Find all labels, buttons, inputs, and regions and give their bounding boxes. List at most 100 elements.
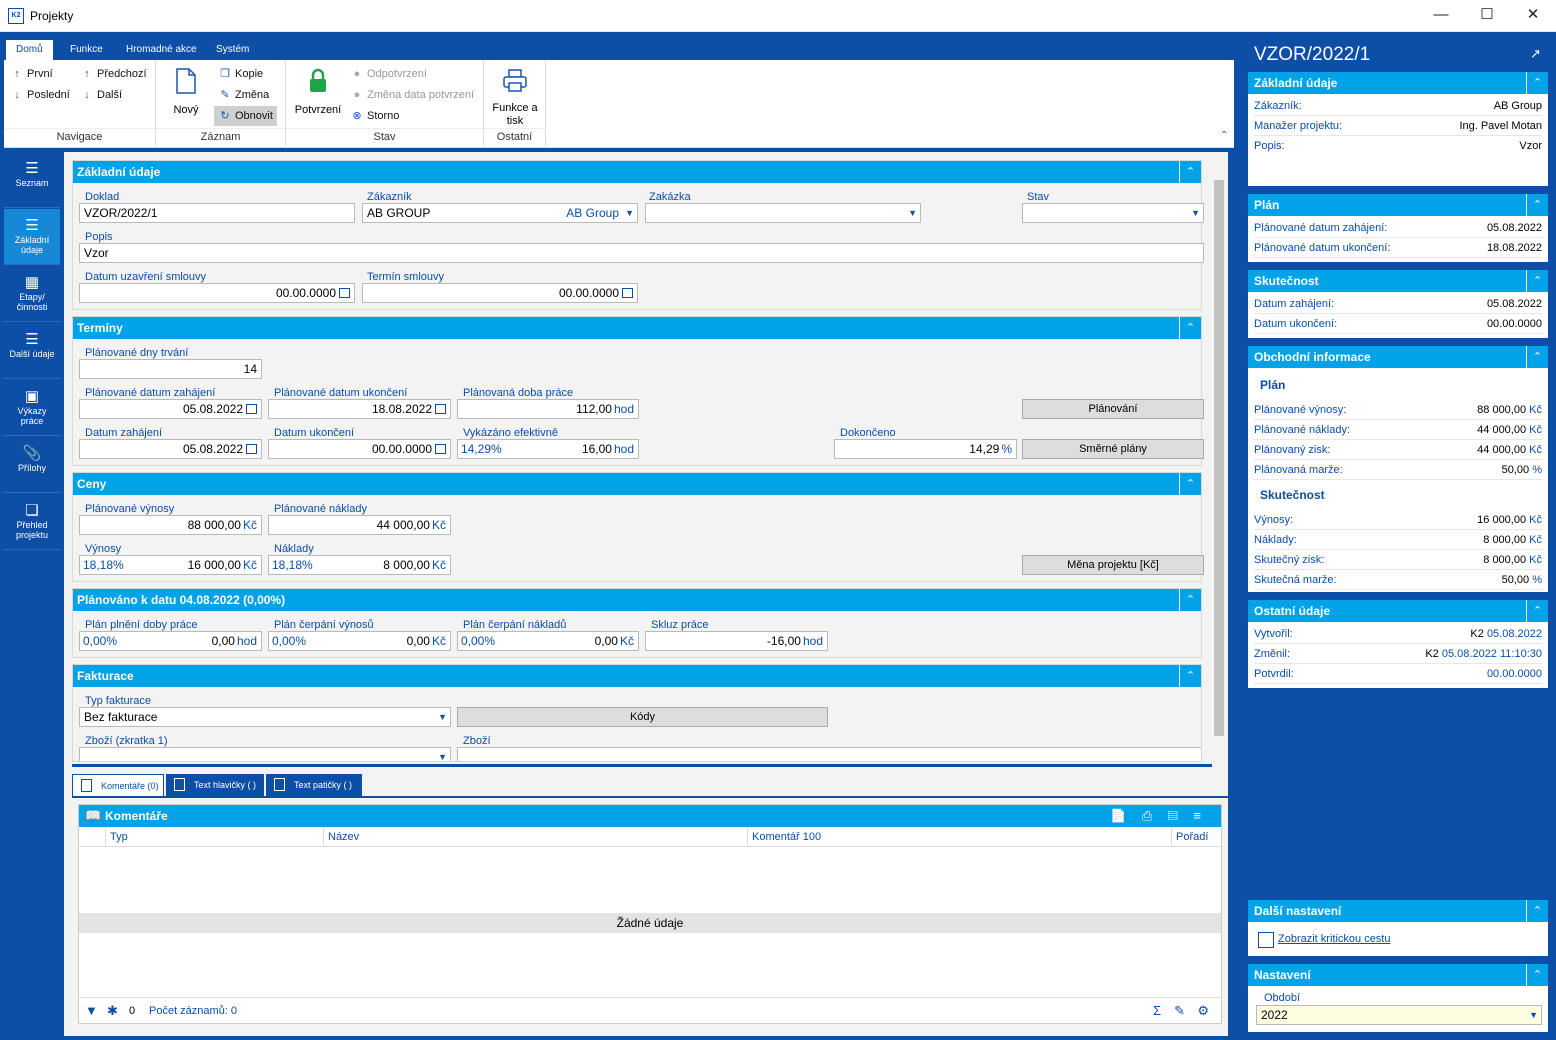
close-icon[interactable]: ✕ [1510, 0, 1556, 30]
tab-text-paticky[interactable]: Text patičky ( ) [266, 774, 362, 796]
stav-field[interactable]: ▼ [1022, 203, 1204, 223]
popout-icon[interactable]: ↗ [1530, 46, 1541, 62]
doklad-field[interactable]: VZOR/2022/1 [79, 203, 355, 223]
collapse-icon[interactable]: ⌃ [1179, 317, 1201, 339]
new-button[interactable]: Nový [166, 68, 206, 117]
popis-field[interactable]: Vzor [79, 243, 1204, 263]
kriticka-cesta-checkbox[interactable] [1258, 932, 1274, 948]
planovane-ukonceni-field[interactable]: 18.08.2022 [268, 399, 451, 419]
nav-prehled-projektu[interactable]: ❏ Přehled projektu [4, 494, 60, 550]
planovane-naklady-field[interactable]: 44 000,00 Kč [268, 515, 451, 535]
collapse-icon[interactable]: ⌃ [1179, 589, 1201, 611]
kody-button[interactable]: Kódy [457, 707, 828, 727]
collapse-icon[interactable]: ⌃ [1526, 270, 1548, 292]
obdobi-field[interactable]: 2022 ▼ [1256, 1005, 1542, 1025]
naklady-field[interactable]: 18,18% 8 000,00 Kč [268, 555, 451, 575]
datum-ukonceni-field[interactable]: 00.00.0000 [268, 439, 451, 459]
collapse-icon[interactable]: ⌃ [1526, 964, 1548, 986]
dropdown-icon[interactable]: ▼ [908, 204, 917, 222]
tab-komentare[interactable]: Komentáře (0) [72, 774, 164, 796]
calendar-icon[interactable] [435, 444, 446, 454]
cancel-button[interactable]: ⊗ Storno [350, 106, 399, 126]
checkbox-label[interactable]: Zobrazit kritickou cestu [1278, 933, 1390, 945]
refresh-button[interactable]: ↻ Obnovit [214, 106, 277, 126]
nav-vykazy-prace[interactable]: ▣ Výkazy práce [4, 380, 60, 436]
nav-zakladni-udaje[interactable]: ☰ Základní údaje [4, 209, 60, 265]
nav-prilohy[interactable]: 📎 Přílohy [4, 437, 60, 493]
mena-projektu-button[interactable]: Měna projektu [Kč] [1022, 555, 1204, 575]
dropdown-icon[interactable]: ▼ [1529, 1006, 1538, 1024]
smerne-plany-button[interactable]: Směrné plány [1022, 439, 1204, 459]
first-button[interactable]: ↑ První [10, 64, 52, 84]
vykazano-field[interactable]: 14,29% 16,00 hod [457, 439, 639, 459]
calendar-icon[interactable] [622, 288, 633, 298]
dropdown-icon[interactable]: ▼ [438, 708, 447, 726]
datum-uzavreni-field[interactable]: 00.00.0000 [79, 283, 355, 303]
maximize-icon[interactable]: ☐ [1464, 0, 1510, 30]
nav-dalsi-udaje[interactable]: ☰ Další údaje [4, 323, 60, 379]
nav-etapy-cinnosti[interactable]: ▦ Etapy/činnosti [4, 266, 60, 322]
grid-toolbar-icons[interactable]: 📄 ⎙ ▤ ≡ [1110, 805, 1207, 827]
column-poradi[interactable]: Pořadí [1171, 827, 1213, 847]
collapse-icon[interactable]: ⌃ [1526, 194, 1548, 216]
sum-icon[interactable]: Σ [1153, 998, 1161, 1024]
previous-button[interactable]: ↑ Předchozí [80, 64, 146, 84]
nav-seznam[interactable]: ☰ Seznam [4, 152, 60, 208]
collapse-ribbon-icon[interactable]: ⌃ [1220, 130, 1228, 141]
collapse-icon[interactable]: ⌃ [1526, 600, 1548, 622]
planovane-dny-field[interactable]: 14 [79, 359, 262, 379]
zbozi-field[interactable] [457, 747, 1201, 761]
planovane-vynosy-field[interactable]: 88 000,00 Kč [79, 515, 262, 535]
column-nazev[interactable]: Název [323, 827, 747, 847]
tab-domu[interactable]: Domů [6, 40, 53, 60]
next-button[interactable]: ↓ Další [80, 85, 122, 105]
calendar-icon[interactable] [246, 404, 257, 414]
zbozi-zkratka-field[interactable]: ▼ [79, 747, 451, 761]
dropdown-icon[interactable]: ▼ [625, 204, 634, 222]
filter-icon[interactable]: ▼ [85, 998, 98, 1024]
tab-text-hlavicky[interactable]: Text hlavičky ( ) [166, 774, 264, 796]
calendar-icon[interactable] [339, 288, 350, 298]
change-confirm-date-button[interactable]: ● Změna data potvrzení [350, 85, 474, 105]
confirm-button[interactable]: Potvrzení [290, 68, 346, 117]
last-button[interactable]: ↓ Poslední [10, 85, 70, 105]
asterisk-icon[interactable]: ✱ [107, 998, 118, 1024]
tab-funkce[interactable]: Funkce [60, 40, 113, 60]
zakazka-field[interactable]: ▼ [645, 203, 921, 223]
planovana-doba-field[interactable]: 112,00 hod [457, 399, 639, 419]
dropdown-icon[interactable]: ▼ [1191, 204, 1200, 222]
datum-zahajeni-field[interactable]: 05.08.2022 [79, 439, 262, 459]
termin-smlouvy-field[interactable]: 00.00.0000 [362, 283, 638, 303]
collapse-icon[interactable]: ⌃ [1179, 665, 1201, 687]
typ-fakturace-field[interactable]: Bez fakturace ▼ [79, 707, 451, 727]
dokonceno-field[interactable]: 14,29% [834, 439, 1017, 459]
plan-cerpani-vynosu-field[interactable]: 0,00% 0,00 Kč [268, 631, 451, 651]
column-komentar[interactable]: Komentář 100 [747, 827, 1171, 847]
splitter[interactable] [72, 764, 1212, 767]
minimize-icon[interactable]: — [1418, 0, 1464, 30]
planovani-button[interactable]: Plánování [1022, 399, 1204, 419]
tab-system[interactable]: Systém [206, 40, 259, 60]
settings-icon[interactable]: ⚙ [1197, 998, 1209, 1024]
plan-plneni-field[interactable]: 0,00% 0,00 hod [79, 631, 262, 651]
copy-button[interactable]: ❐ Kopie [218, 64, 263, 84]
calendar-icon[interactable] [435, 404, 446, 414]
skluz-prace-field[interactable]: -16,00 hod [645, 631, 828, 651]
pencil-icon[interactable]: ✎ [1174, 998, 1185, 1024]
edit-button[interactable]: ✎ Změna [218, 85, 269, 105]
collapse-icon[interactable]: ⌃ [1179, 473, 1201, 495]
unconfirm-button[interactable]: ● Odpotvrzení [350, 64, 427, 84]
functions-print-button[interactable]: Funkce a tisk [486, 68, 544, 128]
vynosy-field[interactable]: 18,18% 16 000,00 Kč [79, 555, 262, 575]
scrollbar-thumb[interactable] [1214, 180, 1224, 736]
tab-hromadne-akce[interactable]: Hromadné akce [116, 40, 207, 60]
collapse-icon[interactable]: ⌃ [1526, 346, 1548, 368]
collapse-icon[interactable]: ⌃ [1526, 900, 1548, 922]
calendar-icon[interactable] [246, 444, 257, 454]
dropdown-icon[interactable]: ▼ [438, 748, 447, 761]
planovane-zahajeni-field[interactable]: 05.08.2022 [79, 399, 262, 419]
zakaznik-field[interactable]: AB GROUP AB Group ▼ [362, 203, 638, 223]
column-typ[interactable]: Typ [105, 827, 323, 847]
collapse-icon[interactable]: ⌃ [1526, 72, 1548, 94]
plan-cerpani-nakladu-field[interactable]: 0,00% 0,00 Kč [457, 631, 639, 651]
